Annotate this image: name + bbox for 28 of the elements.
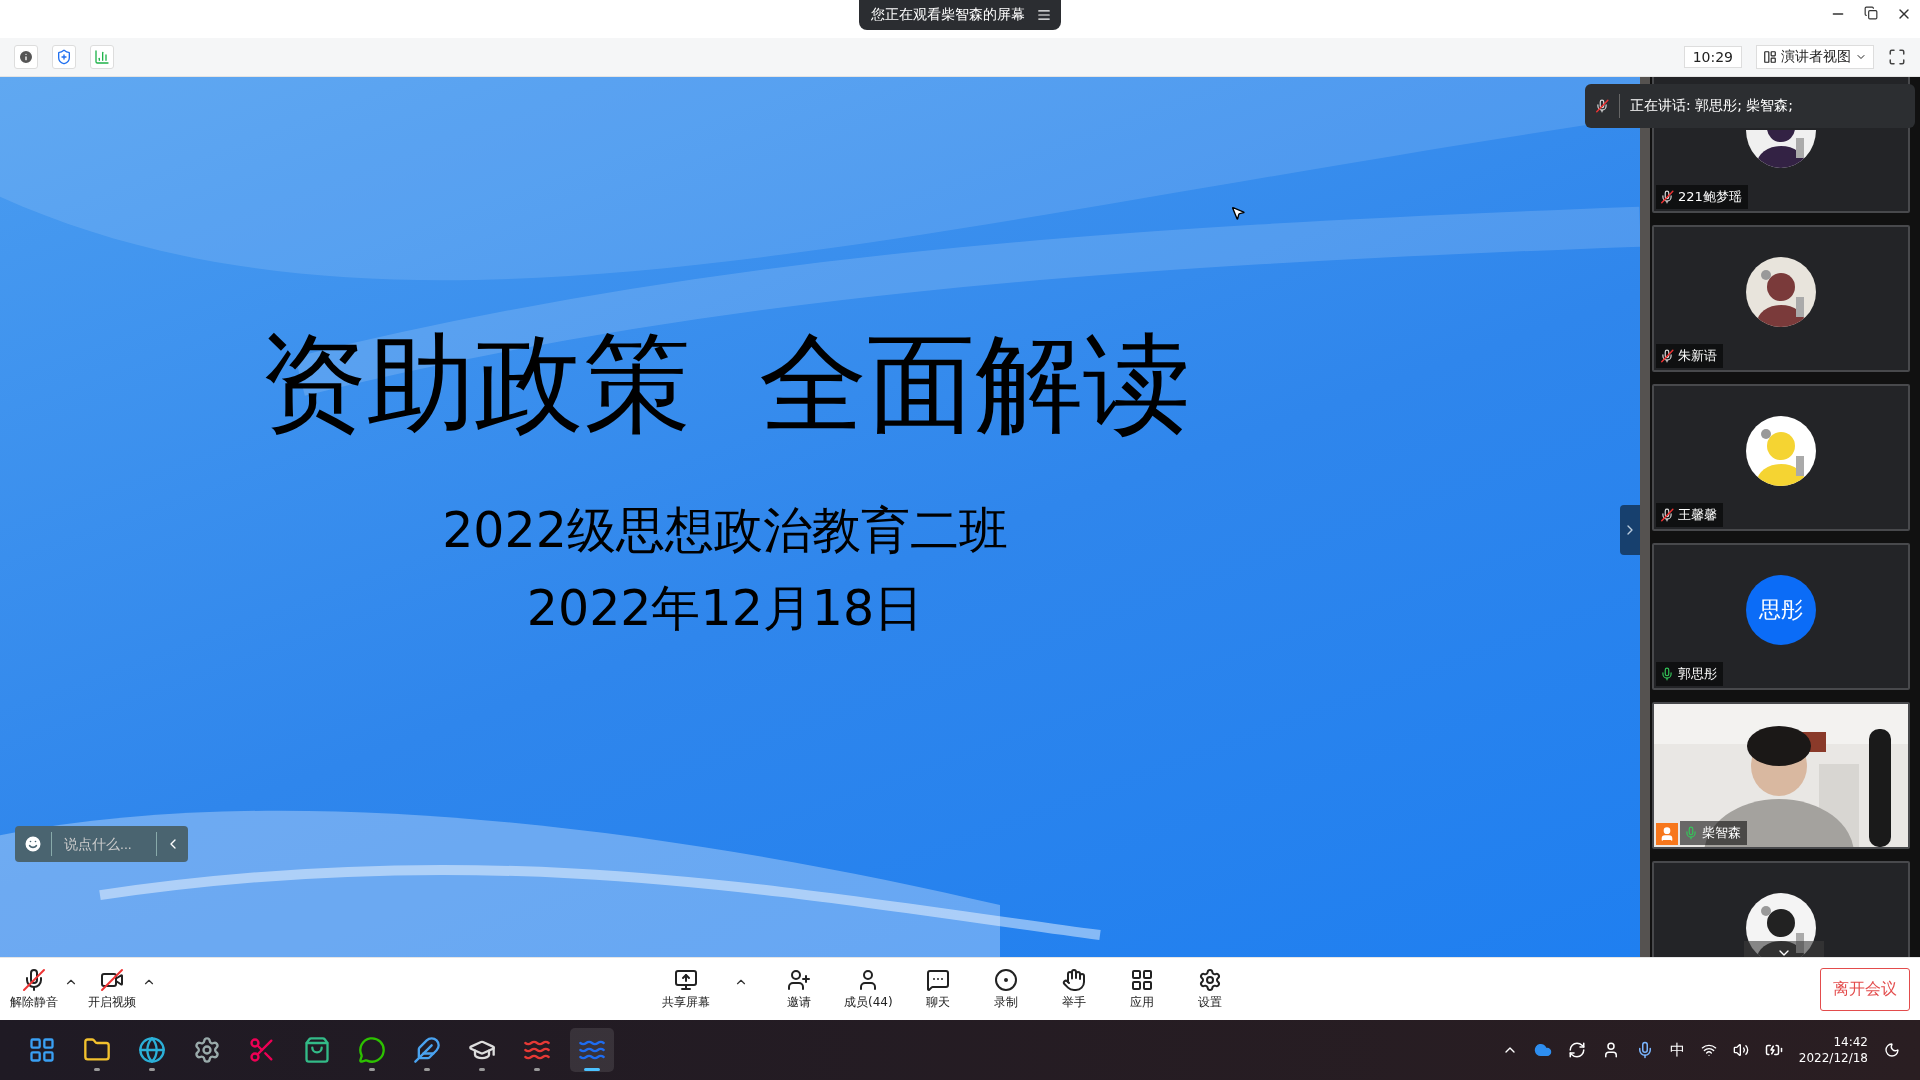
toolbar-button[interactable]: 成员(44) (844, 967, 893, 1011)
toolbar-button[interactable]: 共享屏幕 (662, 967, 710, 1011)
participant-name: 朱新语 (1678, 347, 1717, 365)
participant-name: 郭思彤 (1678, 665, 1717, 683)
meeting-timer: 10:29 (1683, 46, 1742, 68)
participant-name: 柴智森 (1702, 824, 1741, 842)
input-method-indicator[interactable]: 中 (1669, 1040, 1685, 1060)
toolbar-button[interactable]: 设置 (1186, 967, 1233, 1011)
toolbar-button[interactable]: 邀请 (776, 967, 822, 1011)
taskbar-clock[interactable]: 14:42 2022/12/18 (1798, 1034, 1868, 1066)
banner-text: 您正在观看柴智森的屏幕 (871, 6, 1025, 24)
leave-meeting-button[interactable]: 离开会议 (1820, 967, 1910, 1011)
view-dropdown[interactable]: 演讲者视图 (1756, 45, 1874, 69)
view-label: 演讲者视图 (1781, 48, 1851, 66)
toolbar-button[interactable]: 录制 (982, 967, 1029, 1011)
toolbar-button[interactable]: 应用 (1118, 967, 1165, 1011)
slide-date: 2022年12月18日 (526, 579, 924, 639)
chat-input-field[interactable]: 说点什么... (51, 832, 157, 856)
toolbar-button[interactable]: 开启视频 (88, 967, 136, 1011)
toolbar-button[interactable]: 聊天 (914, 967, 961, 1011)
slide-title: 资助政策 全面解读 (258, 320, 1192, 448)
participant-name: 王馨馨 (1678, 506, 1717, 524)
toolbar-button[interactable]: 举手 (1050, 967, 1097, 1011)
initials-avatar: 思彤 (1746, 574, 1816, 645)
participant-name: 221鲍梦瑶 (1678, 188, 1742, 206)
speaking-text: 正在讲话: 郭思彤; 柴智森; (1629, 97, 1795, 115)
slide-subtitle: 2022级思想政治教育二班 (442, 501, 1008, 561)
toolbar-button[interactable]: 解除静音 (10, 967, 58, 1011)
